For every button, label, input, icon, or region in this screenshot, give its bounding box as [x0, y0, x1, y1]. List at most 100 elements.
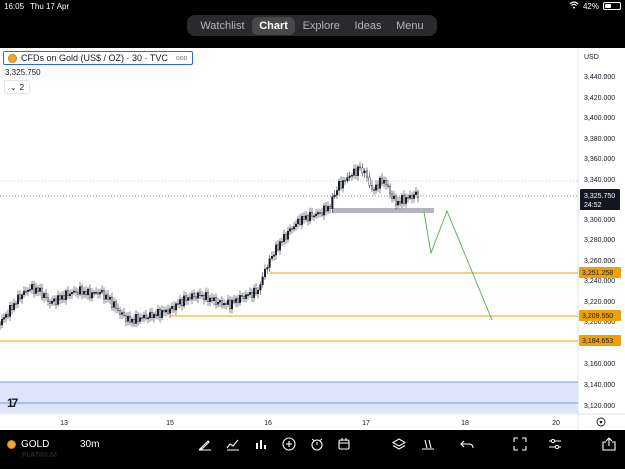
candle-body	[357, 166, 360, 176]
candle-body	[148, 312, 151, 319]
candle-body	[208, 297, 211, 302]
candle-body	[271, 256, 274, 259]
candle-body	[407, 197, 410, 199]
candle-body	[162, 310, 165, 313]
candle-body	[336, 190, 339, 196]
candle-body	[188, 297, 191, 300]
candle-body	[88, 288, 91, 299]
share-icon[interactable]	[601, 436, 617, 452]
layers-icon[interactable]	[391, 436, 407, 452]
candle-body	[257, 289, 260, 294]
add-icon[interactable]	[281, 436, 297, 452]
candle-body	[277, 244, 280, 251]
candle-body	[3, 317, 6, 320]
candle-body	[266, 267, 269, 270]
candle-body	[136, 314, 139, 322]
bottom-symbol-label: GOLD	[21, 439, 50, 450]
countdown-text: 24:52	[584, 202, 602, 209]
tab-watchlist[interactable]: Watchlist	[193, 17, 251, 35]
level-label-2: 3,209.550	[579, 310, 621, 321]
bottom-symbol[interactable]: GOLD	[7, 439, 49, 450]
time-tick-label: 18	[461, 420, 469, 427]
candle-body	[25, 290, 28, 293]
legend-more-icon[interactable]: ooo	[176, 55, 188, 62]
tab-ideas[interactable]: Ideas	[348, 17, 389, 35]
candle-body	[33, 284, 36, 294]
candle-body	[348, 175, 351, 178]
candle-body	[140, 317, 143, 320]
compare-icon[interactable]	[253, 436, 269, 452]
candle-body	[21, 294, 24, 300]
candle-body	[242, 296, 245, 299]
candle-body	[399, 201, 402, 204]
price-tick-label: 3,220.000	[584, 299, 615, 306]
candle-body	[212, 297, 215, 301]
support-bar[interactable]	[332, 208, 434, 213]
candle-body	[202, 294, 205, 300]
tab-menu[interactable]: Menu	[389, 17, 431, 35]
undo-icon[interactable]	[459, 436, 475, 452]
time-axis[interactable]: 13 15 16 17 18 20	[60, 420, 560, 427]
candle-body	[214, 297, 217, 305]
tab-explore[interactable]: Explore	[296, 17, 347, 35]
interval-button[interactable]: 30m	[80, 439, 99, 450]
candle-body	[39, 287, 42, 292]
level-2-text: 3,209.550	[582, 313, 613, 320]
candle-body	[116, 308, 119, 311]
fullscreen-icon[interactable]	[512, 436, 528, 452]
demand-zone[interactable]	[0, 382, 578, 413]
candle-body	[307, 215, 310, 222]
candle-body	[41, 287, 44, 298]
candle-body	[122, 312, 125, 316]
indicators-icon[interactable]	[225, 436, 241, 452]
candle-body	[156, 309, 159, 317]
candle-body	[146, 317, 149, 320]
candle-body	[371, 185, 374, 190]
chart-settings-icon[interactable]	[596, 417, 606, 427]
price-axis[interactable]: 3,440.000 3,420.000 3,400.000 3,380.000 3,36…	[584, 74, 615, 410]
candle-body	[230, 299, 233, 310]
candle-body	[289, 228, 292, 232]
candle-body	[182, 295, 185, 307]
object-tree-icon[interactable]	[336, 436, 352, 452]
candle-body	[206, 292, 209, 302]
current-price-text: 3,325.750	[584, 193, 615, 200]
candle-body	[299, 218, 302, 225]
forecast-path[interactable]	[423, 209, 493, 321]
candle-body	[273, 254, 276, 257]
candle-body	[132, 318, 135, 324]
candle-body	[110, 296, 113, 308]
replay-icon[interactable]	[420, 436, 436, 452]
indicators-toggle[interactable]: ⌄ 2	[4, 80, 30, 94]
candle-body	[82, 290, 85, 295]
candle-body	[98, 291, 101, 295]
symbol-legend[interactable]: CFDs on Gold (US$ / OZ) · 30 · TVC ooo	[3, 51, 193, 65]
candle-body	[248, 292, 251, 295]
candle-body	[325, 205, 328, 212]
status-right: 42%	[569, 1, 621, 11]
candle-body	[359, 166, 362, 169]
candle-body	[220, 300, 223, 306]
chart-area[interactable]: 3,440.000 3,420.000 3,400.000 3,380.000 3,36…	[0, 48, 625, 430]
gold-symbol-icon	[8, 53, 17, 63]
candle-body	[124, 315, 127, 322]
alert-icon[interactable]	[309, 436, 325, 452]
candle-body	[8, 305, 11, 317]
settings-icon[interactable]	[547, 436, 563, 452]
currency-label[interactable]: USD	[584, 54, 599, 61]
candle-body	[351, 175, 354, 177]
candle-body	[340, 180, 343, 189]
chart-canvas[interactable]: 3,440.000 3,420.000 3,400.000 3,380.000 3,36…	[0, 48, 625, 430]
tab-chart[interactable]: Chart	[252, 16, 295, 35]
candle-body	[295, 223, 298, 227]
candle-body	[411, 195, 414, 199]
drawing-pen-icon[interactable]	[197, 436, 213, 452]
status-time: 16:05	[4, 2, 25, 11]
candle-body	[160, 310, 163, 318]
candle-body	[385, 179, 388, 186]
current-price-label: 3,325.750 24:52	[580, 189, 620, 210]
candle-body	[6, 314, 9, 317]
candle-body	[144, 314, 147, 319]
candle-body	[275, 244, 278, 256]
candle-body	[43, 293, 46, 298]
